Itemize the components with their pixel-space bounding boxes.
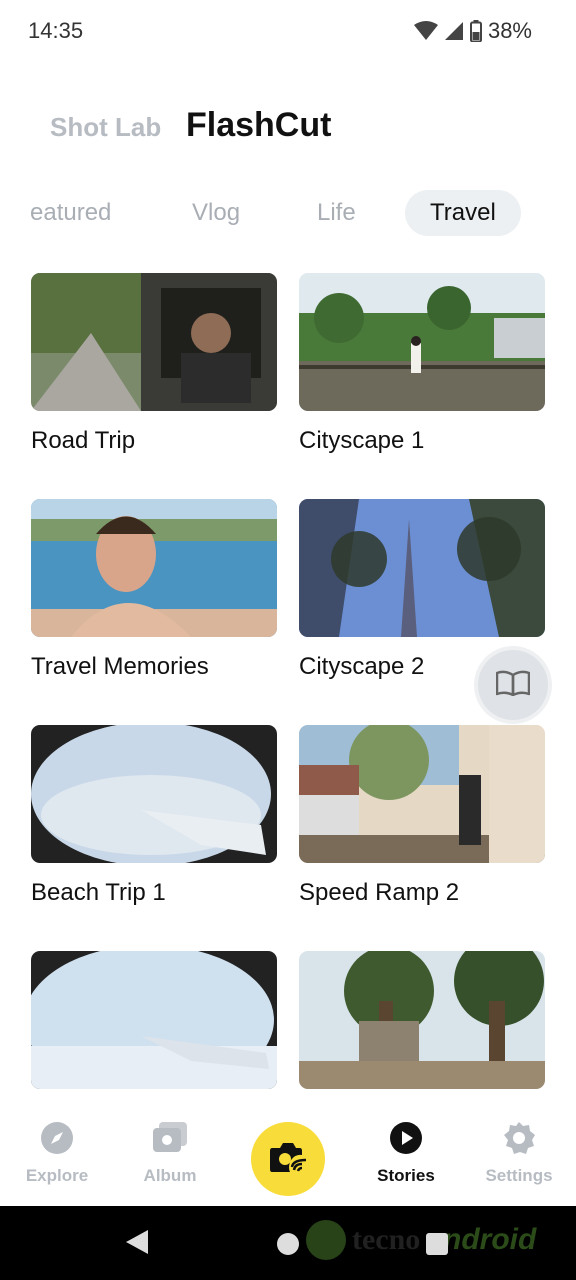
- template-card-speed-ramp-2[interactable]: Speed Ramp 2: [299, 725, 545, 907]
- chip-life[interactable]: Life: [317, 190, 356, 236]
- travel-memories-thumbnail[interactable]: [31, 499, 277, 637]
- android-logo-icon: [306, 1220, 346, 1260]
- card-title: Road Trip: [31, 427, 136, 454]
- card-title: Travel Memories: [31, 653, 209, 680]
- book-icon: [495, 670, 531, 701]
- nav-label: Settings: [485, 1166, 553, 1185]
- nav-label: Album: [143, 1166, 197, 1185]
- road-trip-thumbnail[interactable]: [31, 273, 277, 411]
- nav-stories[interactable]: Stories: [351, 1118, 461, 1186]
- tutorial-book-button[interactable]: [478, 650, 548, 720]
- template-card-travel-memories[interactable]: Travel Memories: [31, 499, 277, 681]
- compass-icon: [2, 1118, 112, 1158]
- category-chips: eatured Vlog Life Travel: [0, 190, 576, 238]
- watermark-text-a: tecno: [352, 1223, 421, 1256]
- beach-trip-1-thumbnail[interactable]: [31, 725, 277, 863]
- tab-flashcut[interactable]: FlashCut: [186, 106, 331, 145]
- nav-album[interactable]: Album: [115, 1118, 225, 1186]
- bottom-navigation: Explore Album Stories Settings: [0, 1104, 576, 1206]
- template-card-park-trees[interactable]: [299, 951, 545, 1089]
- cityscape-1-thumbnail[interactable]: [299, 273, 545, 411]
- battery-icon: [469, 20, 482, 42]
- nav-settings[interactable]: Settings: [464, 1118, 574, 1186]
- recents-icon[interactable]: [426, 1233, 448, 1255]
- template-card-road-trip[interactable]: Road Trip: [31, 273, 277, 455]
- status-bar: 14:35 38%: [0, 0, 576, 64]
- card-title: Cityscape 1: [299, 427, 425, 454]
- speed-ramp-2-thumbnail[interactable]: [299, 725, 545, 863]
- nav-explore[interactable]: Explore: [2, 1118, 112, 1186]
- chip-featured[interactable]: eatured: [30, 190, 111, 236]
- gear-icon: [464, 1118, 574, 1158]
- nav-label: Explore: [25, 1166, 89, 1185]
- camera-connect-button[interactable]: [251, 1122, 325, 1196]
- chip-travel[interactable]: Travel: [405, 190, 521, 236]
- template-card-cityscape-1[interactable]: Cityscape 1: [299, 273, 545, 455]
- card-title: Speed Ramp 2: [299, 879, 460, 906]
- signal-icon: [444, 21, 464, 41]
- system-navigation-bar: tecno android: [0, 1206, 576, 1280]
- camera-wifi-icon: [268, 1140, 308, 1179]
- tab-shot-lab[interactable]: Shot Lab: [50, 112, 161, 143]
- home-icon[interactable]: [277, 1233, 299, 1255]
- header-tabs: Shot Lab FlashCut: [0, 104, 576, 160]
- status-time: 14:35: [28, 18, 84, 43]
- wifi-icon: [413, 21, 438, 41]
- cityscape-2-thumbnail[interactable]: [299, 499, 545, 637]
- watermark: tecno android: [306, 1220, 536, 1260]
- airplane-wing-thumbnail[interactable]: [31, 951, 277, 1089]
- back-icon[interactable]: [126, 1230, 148, 1259]
- park-trees-thumbnail[interactable]: [299, 951, 545, 1089]
- chip-vlog[interactable]: Vlog: [192, 190, 240, 236]
- status-icons: 38%: [413, 18, 532, 44]
- nav-label: Stories: [377, 1166, 435, 1185]
- play-circle-icon: [351, 1118, 461, 1158]
- album-icon: [115, 1118, 225, 1158]
- battery-percent: 38%: [487, 18, 532, 43]
- template-card-beach-trip-1[interactable]: Beach Trip 1: [31, 725, 277, 907]
- template-card-airplane-wing[interactable]: [31, 951, 277, 1089]
- card-title: Beach Trip 1: [31, 879, 166, 906]
